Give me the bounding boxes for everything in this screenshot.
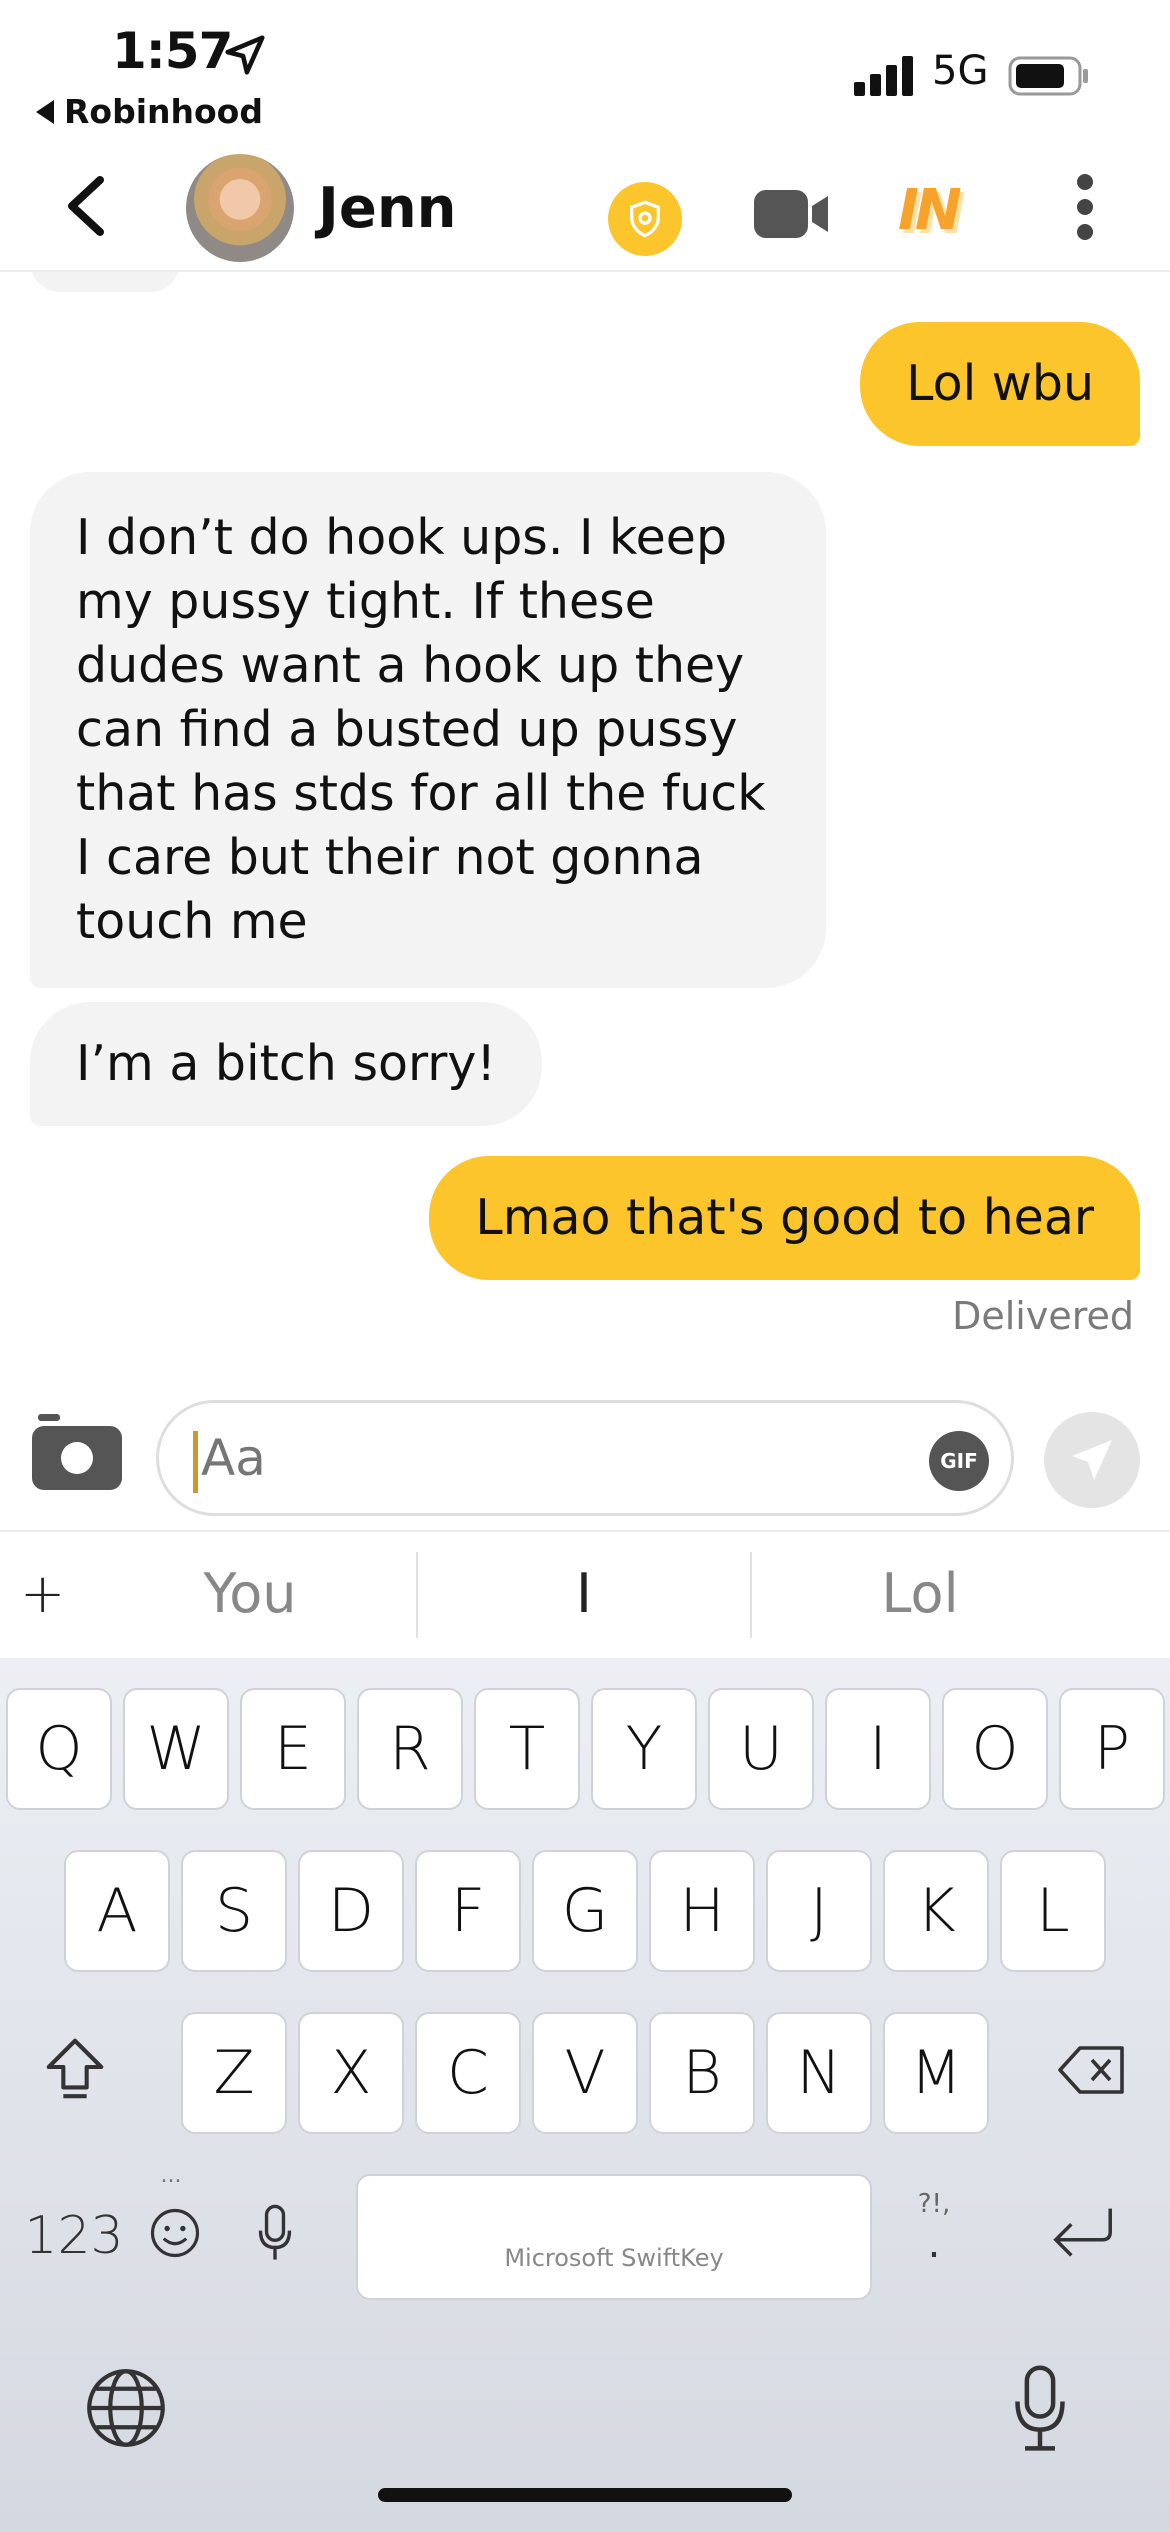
message-bubble-outgoing[interactable]: Lmao that's good to hear [429, 1156, 1140, 1280]
key-r[interactable]: R [357, 1688, 463, 1810]
key-b[interactable]: B [649, 2012, 755, 2134]
key-q[interactable]: Q [6, 1688, 112, 1810]
period-key[interactable]: . [906, 2221, 962, 2267]
return-icon[interactable] [1048, 2204, 1118, 2260]
camera-icon[interactable] [32, 1414, 122, 1492]
delivery-status: Delivered [952, 1294, 1134, 1338]
chat-header: Jenn IN [0, 140, 1170, 272]
shift-icon[interactable] [40, 2032, 110, 2102]
key-p[interactable]: P [1059, 1688, 1165, 1810]
key-e[interactable]: E [240, 1688, 346, 1810]
key-u[interactable]: U [708, 1688, 814, 1810]
key-w[interactable]: W [123, 1688, 229, 1810]
space-bar[interactable]: Microsoft SwiftKey [356, 2174, 872, 2300]
send-button[interactable] [1044, 1412, 1140, 1508]
keyboard: Q W E R T Y U I O P A S D F G H J K L Z … [0, 1658, 1170, 2532]
send-plane-icon [1072, 1440, 1112, 1480]
back-chevron-icon[interactable] [60, 174, 112, 238]
key-j[interactable]: J [766, 1850, 872, 1972]
keyboard-suggestion-bar: + You I Lol [0, 1532, 1170, 1658]
key-g[interactable]: G [532, 1850, 638, 1972]
emoji-dots: ... [160, 2162, 182, 2188]
in-badge-icon[interactable]: IN [898, 178, 978, 244]
key-v[interactable]: V [532, 2012, 638, 2134]
shield-gear-icon [630, 200, 660, 238]
key-d[interactable]: D [298, 1850, 404, 1972]
suggestion-item[interactable]: You [120, 1562, 380, 1625]
key-x[interactable]: X [298, 2012, 404, 2134]
location-arrow-icon [225, 35, 265, 75]
message-list[interactable]: Lol wbu I don’t do hook ups. I keep my p… [0, 272, 1170, 1368]
safety-shield-icon[interactable] [608, 182, 682, 256]
key-l[interactable]: L [1000, 1850, 1106, 1972]
punctuation-hint: ?!, [917, 2189, 951, 2219]
key-f[interactable]: F [415, 1850, 521, 1972]
key-s[interactable]: S [181, 1850, 287, 1972]
battery-icon [1008, 56, 1088, 96]
message-composer: GIF [0, 1368, 1170, 1532]
backspace-icon[interactable] [1056, 2042, 1128, 2098]
message-bubble-incoming[interactable]: I don’t do hook ups. I keep my pussy tig… [30, 472, 826, 988]
suggestion-item[interactable]: I [416, 1562, 752, 1625]
globe-icon[interactable] [84, 2366, 168, 2450]
emoji-icon[interactable] [148, 2206, 202, 2260]
message-input[interactable] [201, 1429, 881, 1487]
partial-message-bubble [30, 272, 180, 292]
network-type: 5G [932, 48, 989, 94]
key-o[interactable]: O [942, 1688, 1048, 1810]
numbers-key[interactable]: 123 [24, 2198, 124, 2274]
video-call-icon[interactable] [754, 190, 830, 238]
signal-icon [854, 56, 913, 96]
contact-name[interactable]: Jenn [318, 176, 457, 241]
key-h[interactable]: H [649, 1850, 755, 1972]
message-bubble-outgoing[interactable]: Lol wbu [860, 322, 1140, 446]
key-z[interactable]: Z [181, 2012, 287, 2134]
back-triangle-icon [36, 99, 54, 124]
gif-button[interactable]: GIF [929, 1431, 989, 1491]
avatar[interactable] [186, 154, 294, 262]
key-m[interactable]: M [883, 2012, 989, 2134]
key-a[interactable]: A [64, 1850, 170, 1972]
key-y[interactable]: Y [591, 1688, 697, 1810]
key-t[interactable]: T [474, 1688, 580, 1810]
toolbar-plus-button[interactable]: + [20, 1562, 65, 1625]
status-bar: 1:57 Robinhood 5G [0, 0, 1170, 140]
back-to-app-link[interactable]: Robinhood [36, 92, 263, 131]
microphone-icon[interactable] [1008, 2364, 1072, 2454]
status-time: 1:57 [112, 22, 233, 80]
message-bubble-incoming[interactable]: I’m a bitch sorry! [30, 1002, 543, 1126]
message-input-box[interactable]: GIF [156, 1400, 1014, 1516]
suggestion-item[interactable]: Lol [752, 1562, 1088, 1625]
dictation-mic-icon[interactable] [254, 2204, 296, 2262]
key-k[interactable]: K [883, 1850, 989, 1972]
key-n[interactable]: N [766, 2012, 872, 2134]
more-options-icon[interactable] [1070, 174, 1100, 244]
key-i[interactable]: I [825, 1688, 931, 1810]
key-c[interactable]: C [415, 2012, 521, 2134]
back-app-label: Robinhood [64, 92, 263, 131]
text-caret [193, 1431, 198, 1493]
home-indicator[interactable] [378, 2488, 792, 2502]
